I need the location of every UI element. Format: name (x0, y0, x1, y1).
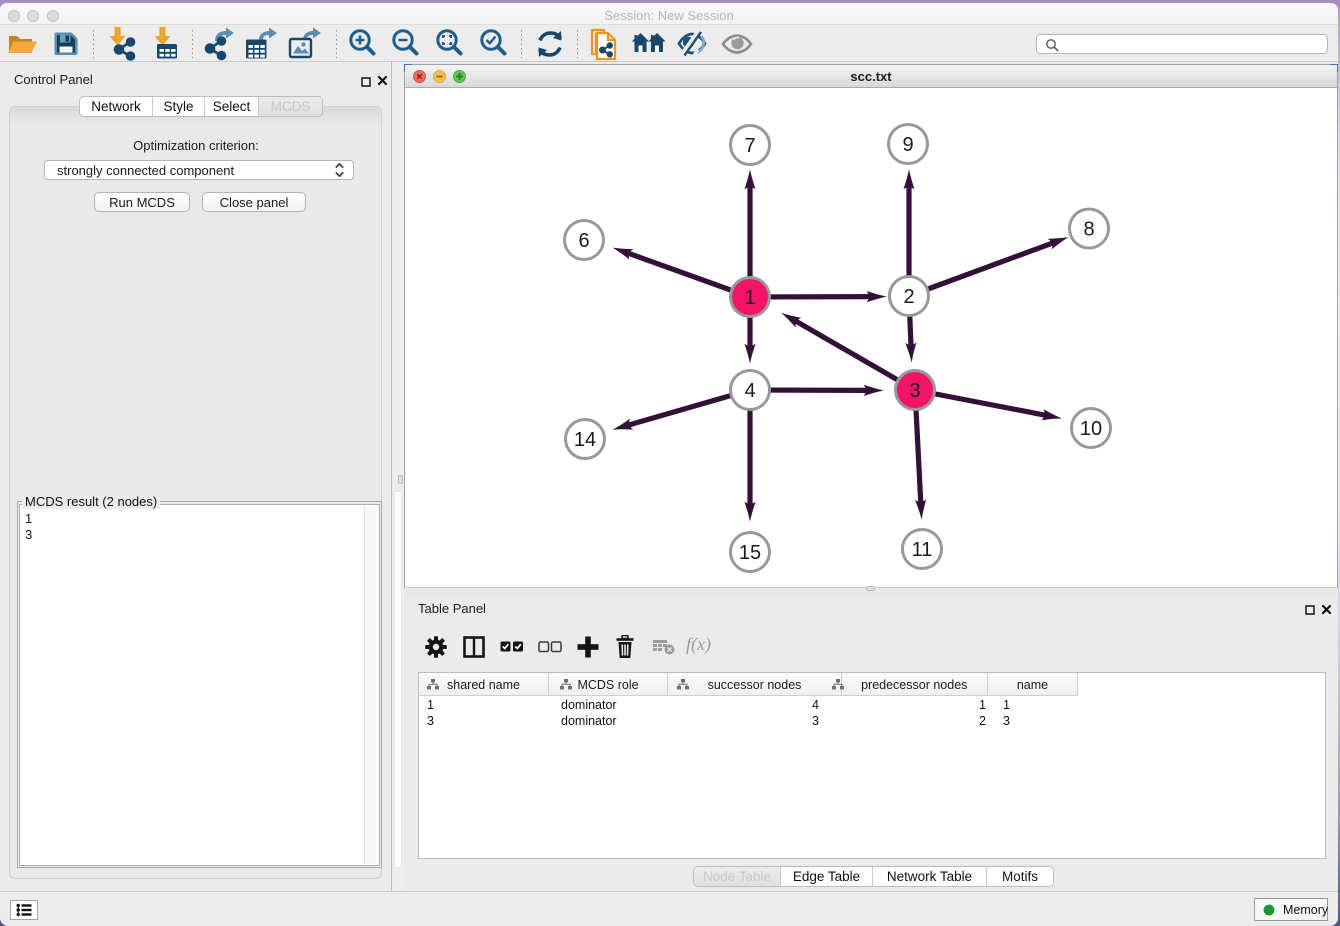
svg-text:8: 8 (1083, 219, 1094, 241)
svg-text:2: 2 (903, 286, 914, 308)
svg-text:7: 7 (744, 135, 755, 157)
svg-text:10: 10 (1080, 418, 1102, 440)
svg-text:1: 1 (744, 287, 755, 309)
svg-text:4: 4 (744, 380, 755, 402)
svg-text:9: 9 (902, 134, 913, 156)
svg-text:14: 14 (574, 429, 596, 451)
svg-text:3: 3 (909, 380, 920, 402)
svg-text:11: 11 (912, 539, 933, 561)
svg-text:6: 6 (578, 230, 589, 252)
svg-text:15: 15 (739, 542, 761, 564)
